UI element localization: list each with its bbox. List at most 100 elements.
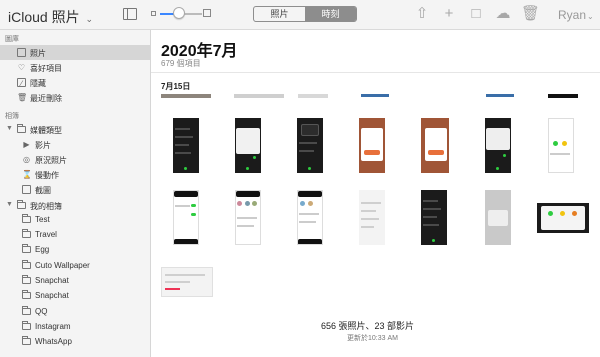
photo-grid-area: 2020年7月 679 個項目 7月15日 656 張照片、23 部影片 更新於… (151, 30, 600, 357)
sidebar-item-label: 原況照片 (35, 156, 67, 165)
user-menu[interactable]: Ryan⌄ (558, 8, 594, 22)
album-icon (22, 290, 31, 299)
folder-icon (17, 124, 26, 133)
sidebar-toggle-icon[interactable] (123, 8, 137, 20)
photo-thumbnail[interactable] (173, 118, 199, 173)
sidebar-item-hidden[interactable]: ∕ 隱藏 (0, 75, 151, 90)
sidebar-item-label: Instagram (35, 322, 71, 331)
sidebar-item-favorites[interactable]: ♡ 喜好項目 (0, 60, 151, 75)
sidebar-item-label: 最近刪除 (30, 94, 62, 103)
top-toolbar: iCloud 照片 ⌄ 照片 時刻 ⇧ + □ ☁ 🗑 Ryan⌄ (0, 0, 600, 30)
photo-thumbnail[interactable] (234, 94, 284, 98)
sidebar-item-slo-mo[interactable]: ⌛ 慢動作 (0, 167, 151, 182)
item-count: 679 個項目 (161, 59, 201, 68)
sidebar-item-label: 照片 (30, 49, 46, 58)
album-icon (22, 336, 31, 345)
add-icon[interactable]: + (440, 5, 458, 23)
sidebar-item-videos[interactable]: ▶ 影片 (0, 137, 151, 152)
sidebar-album[interactable]: Test (0, 212, 151, 227)
sidebar-item-label: 喜好項目 (30, 64, 62, 73)
photo-thumbnail[interactable] (235, 190, 261, 245)
sidebar-item-label: Travel (35, 230, 57, 239)
sidebar-item-recently-deleted[interactable]: 🗑 最近刪除 (0, 90, 151, 105)
last-updated: 更新於10:33 AM (347, 335, 398, 342)
sidebar-item-label: Cuto Wallpaper (35, 261, 90, 270)
sidebar-item-photos[interactable]: 照片 (0, 45, 151, 60)
sidebar-album[interactable]: Snapchat (0, 273, 151, 288)
sidebar-item-label: Snapchat (35, 276, 69, 285)
photo-thumbnail[interactable] (421, 190, 447, 245)
sidebar-album[interactable]: WhatsApp (0, 334, 151, 349)
zoom-out-icon (151, 11, 156, 16)
sidebar-album[interactable]: Egg (0, 242, 151, 257)
photo-thumbnail[interactable] (361, 94, 389, 97)
sidebar-item-label: Snapchat (35, 291, 69, 300)
album-icon (22, 321, 31, 330)
disclosure-triangle-icon[interactable]: ▼ (6, 125, 13, 132)
slomo-icon: ⌛ (22, 170, 32, 179)
chevron-down-icon: ⌄ (587, 12, 594, 21)
zoom-in-icon (203, 9, 211, 17)
photo-thumbnail[interactable] (548, 94, 578, 98)
disclosure-triangle-icon[interactable]: ▼ (6, 201, 13, 208)
sidebar-group-my-albums[interactable]: ▼ 我的相簿 (0, 198, 151, 213)
app-name: 照片 (51, 9, 80, 25)
sidebar-album[interactable]: Cuto Wallpaper (0, 258, 151, 273)
photo-thumbnail[interactable] (161, 94, 211, 98)
hidden-icon: ∕ (17, 78, 26, 88)
sidebar-item-label: 慢動作 (35, 171, 59, 180)
album-icon (22, 229, 31, 238)
photo-thumbnail[interactable] (537, 203, 589, 233)
album-icon (22, 306, 31, 315)
download-icon[interactable]: ☁ (494, 5, 512, 23)
photo-thumbnail[interactable] (235, 118, 261, 173)
sidebar-item-label: 截圖 (35, 186, 51, 195)
library-summary: 656 張照片、23 部影片 (321, 321, 415, 331)
photo-thumbnail[interactable] (548, 118, 574, 173)
trash-icon[interactable]: 🗑 (521, 5, 540, 23)
photo-thumbnail[interactable] (486, 94, 514, 97)
sidebar-album[interactable]: Instagram (0, 319, 151, 334)
photo-thumbnail[interactable] (359, 118, 385, 173)
album-icon (22, 214, 31, 223)
segment-photos[interactable]: 照片 (254, 7, 305, 21)
sidebar-album[interactable]: QQ (0, 304, 151, 319)
sidebar-item-label: 影片 (35, 141, 51, 150)
divider (151, 72, 600, 73)
app-switcher[interactable]: iCloud 照片 ⌄ (8, 7, 93, 27)
zoom-slider-handle[interactable] (172, 7, 185, 19)
view-segmented-control: 照片 時刻 (253, 6, 357, 22)
sidebar-album[interactable]: Snapchat (0, 288, 151, 303)
sidebar-item-label: Egg (35, 245, 50, 254)
upload-icon[interactable]: ⇧ (413, 5, 431, 23)
sidebar: 圖庫 照片 ♡ 喜好項目 ∕ 隱藏 🗑 最近刪除 相簿 ▼ 媒體類型 ▶ 影片 … (0, 30, 151, 357)
video-icon: ▶ (23, 140, 30, 149)
album-icon (22, 260, 31, 269)
photo-thumbnail[interactable] (173, 190, 199, 245)
albums-section-label: 相簿 (5, 113, 19, 120)
sidebar-item-label: 媒體類型 (30, 126, 62, 135)
segment-moments[interactable]: 時刻 (305, 7, 356, 21)
trash-icon: 🗑 (17, 93, 28, 102)
photo-thumbnail[interactable] (297, 190, 323, 245)
sidebar-item-label: 隱藏 (30, 79, 46, 88)
photo-thumbnail[interactable] (298, 94, 328, 98)
photo-thumbnail[interactable] (359, 190, 385, 245)
album-icon (22, 244, 31, 253)
sidebar-item-live-photos[interactable]: ◎ 原況照片 (0, 152, 151, 167)
folder-icon (17, 200, 26, 209)
photo-thumbnail[interactable] (161, 267, 213, 297)
share-icon[interactable]: □ (467, 5, 485, 23)
sidebar-item-label: WhatsApp (35, 337, 72, 346)
live-photo-icon: ◎ (23, 155, 30, 164)
photo-thumbnail[interactable] (485, 190, 511, 245)
photo-thumbnail[interactable] (297, 118, 323, 173)
app-title: iCloud (8, 9, 48, 25)
sidebar-album[interactable]: Travel (0, 227, 151, 242)
chevron-down-icon: ⌄ (85, 14, 94, 24)
photo-thumbnail[interactable] (423, 118, 449, 173)
photo-thumbnail[interactable] (485, 118, 511, 173)
sidebar-item-screenshots[interactable]: 截圖 (0, 182, 151, 197)
icloud-photos-app: iCloud 照片 ⌄ 照片 時刻 ⇧ + □ ☁ 🗑 Ryan⌄ 圖庫 照片 (0, 0, 600, 357)
sidebar-group-media-types[interactable]: ▼ 媒體類型 (0, 122, 151, 137)
